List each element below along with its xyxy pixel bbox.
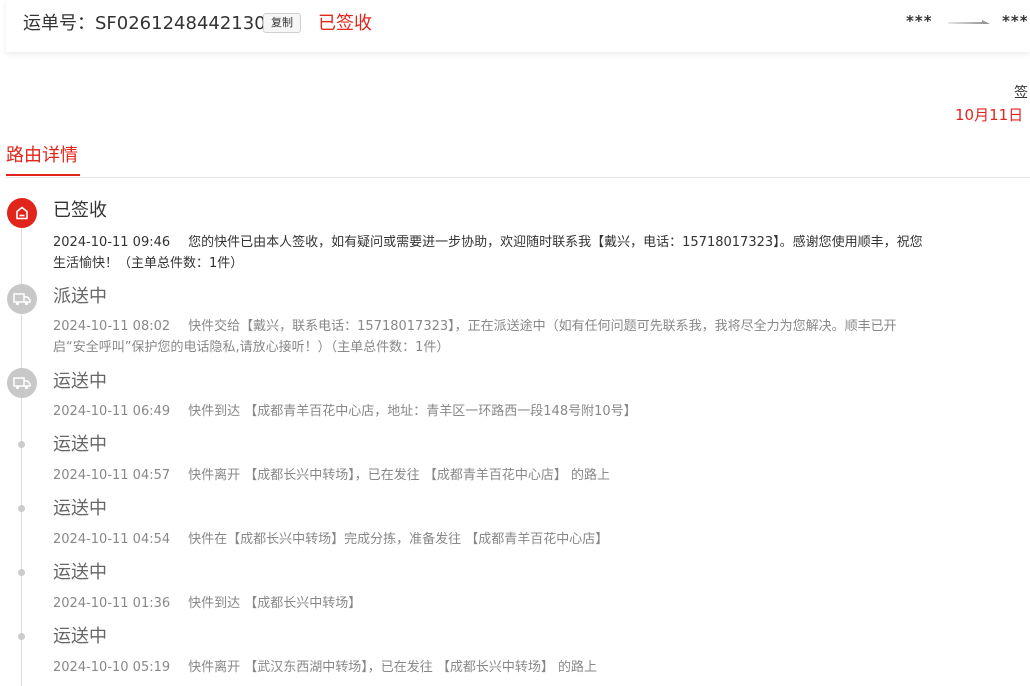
route-to: *** [1002,12,1029,30]
event-time: 2024-10-11 09:46 [53,235,171,250]
event-desc: 快件在【成都长兴中转场】完成分拣，准备发往 【成都青羊百花中心店】 [188,532,609,547]
sign-label: 签 [1014,85,1028,101]
timeline-dot-icon [18,633,25,640]
event-title: 派送中 [53,286,107,307]
route-from: *** [906,12,933,30]
event-desc: 快件离开 【成都长兴中转场】，已在发往 【成都青羊百花中心店】 的路上 [188,468,611,483]
event-body: 2024-10-10 05:19 快件离开 【武汉东西湖中转场】，已在发往 【成都… [53,657,923,678]
event-title: 运送中 [53,498,107,519]
delivery-truck-icon [7,284,37,314]
event-time: 2024-10-11 08:02 [53,319,171,334]
event-time: 2024-10-11 04:57 [53,468,171,483]
tab-divider [6,177,1030,178]
event-body: 2024-10-11 09:46 您的快件已由本人签收，如有疑问或需要进一步协助，… [53,232,923,274]
timeline-dot-icon [18,505,25,512]
event-time: 2024-10-11 06:49 [53,404,171,419]
waybill-label: 运单号：SF0261248442130 [23,12,266,36]
sign-date: 10月11日 [955,106,1024,124]
event-body: 2024-10-11 04:57 快件离开 【成都长兴中转场】，已在发往 【成都青… [53,465,923,486]
signed-home-icon [7,198,37,228]
route-arrow-icon [948,20,990,24]
event-time: 2024-10-11 01:36 [53,596,171,611]
event-body: 2024-10-11 04:54 快件在【成都长兴中转场】完成分拣，准备发往 【成… [53,529,923,550]
timeline-dot-icon [18,569,25,576]
event-desc: 快件到达 【成都青羊百花中心店，地址：青羊区一环路西一段148号附10号】 [188,404,637,419]
transit-truck-icon [7,368,37,398]
waybill-header: 运单号：SF0261248442130 复制 已签收 *** *** [6,0,1030,52]
event-time: 2024-10-10 05:19 [53,660,171,675]
status-text: 已签收 [318,13,372,34]
tab-route-detail[interactable]: 路由详情 [6,144,78,168]
event-desc: 您的快件已由本人签收，如有疑问或需要进一步协助，欢迎随时联系我【戴兴，电话：15… [53,235,923,271]
event-time: 2024-10-11 04:54 [53,532,171,547]
waybill-label-text: 运单号： [23,13,95,34]
event-body: 2024-10-11 01:36 快件到达 【成都长兴中转场】 [53,593,923,614]
event-title: 运送中 [53,371,107,392]
copy-button[interactable]: 复制 [263,13,301,33]
tab-underline [6,174,80,176]
event-title: 运送中 [53,562,107,583]
event-body: 2024-10-11 08:02 快件交给【戴兴，联系电话：15718017323… [53,316,923,358]
waybill-number: SF0261248442130 [95,13,266,34]
event-desc: 快件到达 【成都长兴中转场】 [188,596,362,611]
event-title: 运送中 [53,626,107,647]
timeline-dot-icon [18,441,25,448]
event-body: 2024-10-11 06:49 快件到达 【成都青羊百花中心店，地址：青羊区一环… [53,401,923,422]
event-title: 已签收 [53,200,107,221]
event-desc: 快件交给【戴兴，联系电话：15718017323】，正在派送途中（如有任何问题可… [53,319,897,355]
event-title: 运送中 [53,434,107,455]
event-desc: 快件离开 【武汉东西湖中转场】，已在发往 【成都长兴中转场】 的路上 [188,660,598,675]
